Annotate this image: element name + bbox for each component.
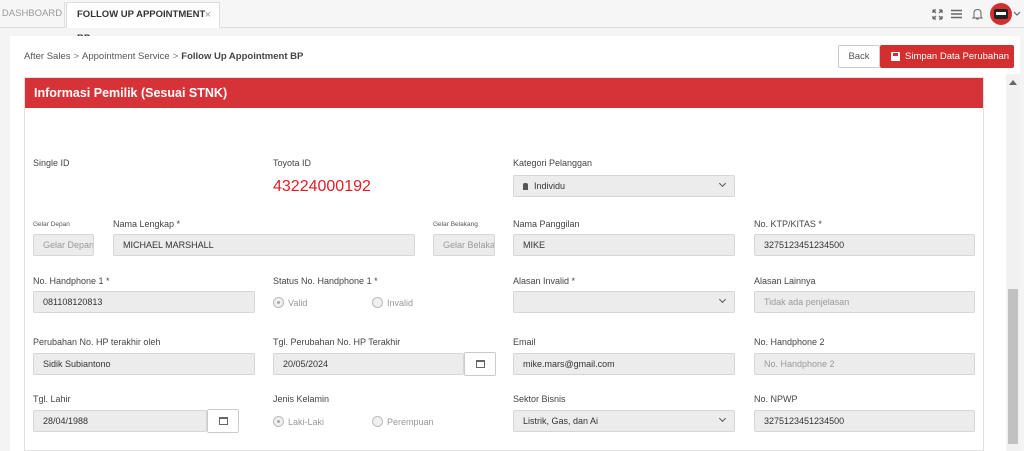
radio-unchecked-icon bbox=[372, 416, 383, 427]
email-input[interactable]: mike.mars@gmail.com bbox=[513, 353, 735, 375]
scroll-up-arrow-icon[interactable] bbox=[1009, 80, 1017, 85]
main-panel: After Sales > Appointment Service > Follow U… bbox=[10, 36, 1020, 451]
vertical-scrollbar[interactable] bbox=[1006, 74, 1020, 451]
breadcrumb-separator: > bbox=[172, 51, 179, 62]
perubahan-oleh-label: Perubahan No. HP terakhir oleh bbox=[33, 337, 161, 347]
status-valid-radio[interactable]: Valid bbox=[273, 297, 307, 308]
npwp-input[interactable]: 3275123451234500 bbox=[754, 410, 975, 432]
tgl-lahir-label: Tgl. Lahir bbox=[33, 394, 71, 404]
calendar-icon bbox=[475, 360, 485, 368]
sektor-bisnis-value: Listrik, Gas, dan Ai bbox=[523, 416, 599, 426]
breadcrumb: After Sales > Appointment Service > Follow U… bbox=[24, 51, 303, 62]
top-tab-bar: DASHBOARD FOLLOW UP APPOINTMENT BP × bbox=[0, 0, 1024, 44]
hp2-input[interactable]: No. Handphone 2 bbox=[754, 353, 975, 375]
scrollbar-thumb[interactable] bbox=[1008, 289, 1018, 444]
person-icon bbox=[523, 183, 528, 190]
status-hp1-label: Status No. Handphone 1 * bbox=[273, 276, 378, 286]
save-changes-button[interactable]: Simpan Data Perubahan bbox=[880, 45, 1014, 68]
alasan-lainnya-input[interactable]: Tidak ada penjelasan bbox=[754, 291, 975, 313]
hp2-label: No. Handphone 2 bbox=[754, 337, 825, 347]
npwp-label: No. NPWP bbox=[754, 394, 798, 404]
alasan-lainnya-label: Alasan Lainnya bbox=[754, 276, 816, 286]
gelar-belakang-label: Gelar Belakang bbox=[433, 221, 478, 228]
gelar-depan-label: Gelar Depan bbox=[33, 221, 70, 228]
toyota-id-value: 43224000192 bbox=[273, 178, 371, 195]
tgl-lahir-input[interactable]: 28/04/1988 bbox=[33, 410, 207, 432]
status-valid-label: Valid bbox=[288, 297, 308, 308]
gelar-depan-input[interactable]: Gelar Depan bbox=[33, 234, 94, 256]
sektor-bisnis-select[interactable]: Listrik, Gas, dan Ai bbox=[513, 410, 735, 432]
nama-panggilan-input[interactable]: MIKE bbox=[513, 234, 735, 256]
email-label: Email bbox=[513, 337, 536, 347]
avatar[interactable] bbox=[990, 3, 1012, 25]
perubahan-oleh-input[interactable]: Sidik Subiantono bbox=[33, 353, 255, 375]
single-id-label: Single ID bbox=[33, 158, 70, 168]
hp1-label: No. Handphone 1 * bbox=[33, 276, 110, 286]
alasan-invalid-label: Alasan Invalid * bbox=[513, 276, 576, 286]
back-button[interactable]: Back bbox=[838, 45, 880, 68]
tab-follow-up-appointment-bp[interactable]: FOLLOW UP APPOINTMENT BP × bbox=[66, 2, 220, 44]
radio-unchecked-icon bbox=[372, 297, 383, 308]
hp1-input[interactable]: 081108120813 bbox=[33, 291, 255, 313]
kategori-pelanggan-select[interactable]: Individu bbox=[513, 175, 735, 197]
status-invalid-label: Invalid bbox=[387, 297, 414, 308]
radio-checked-icon bbox=[273, 416, 284, 427]
tab-dashboard[interactable]: DASHBOARD bbox=[0, 2, 65, 28]
sektor-bisnis-label: Sektor Bisnis bbox=[513, 394, 566, 404]
status-invalid-radio[interactable]: Invalid bbox=[372, 297, 413, 308]
gender-laki-radio[interactable]: Laki-Laki bbox=[273, 416, 324, 427]
chevron-down-icon bbox=[718, 295, 727, 304]
breadcrumb-separator: > bbox=[73, 51, 80, 62]
breadcrumb-current: Follow Up Appointment BP bbox=[181, 51, 304, 62]
nama-panggilan-label: Nama Panggilan bbox=[513, 219, 580, 229]
menu-icon[interactable] bbox=[948, 6, 964, 22]
jenis-kelamin-label: Jenis Kelamin bbox=[273, 394, 330, 404]
tgl-perubahan-calendar-button[interactable] bbox=[464, 352, 496, 376]
breadcrumb-appointment-service[interactable]: Appointment Service bbox=[82, 51, 170, 62]
save-icon bbox=[891, 52, 900, 61]
save-button-label: Simpan Data Perubahan bbox=[905, 51, 1010, 62]
ktp-label: No. KTP/KITAS * bbox=[754, 219, 822, 229]
nama-lengkap-label: Nama Lengkap * bbox=[113, 219, 181, 229]
tgl-perubahan-input[interactable]: 20/05/2024 bbox=[273, 353, 464, 375]
nama-lengkap-input[interactable]: MICHAEL MARSHALL bbox=[113, 234, 415, 256]
gelar-belakang-input[interactable]: Gelar Belakang bbox=[433, 234, 495, 256]
ktp-input[interactable]: 3275123451234500 bbox=[754, 234, 975, 256]
radio-checked-icon bbox=[273, 297, 284, 308]
kategori-pelanggan-value: Individu bbox=[534, 181, 566, 191]
chevron-down-icon[interactable] bbox=[1012, 6, 1022, 22]
kategori-pelanggan-label: Kategori Pelanggan bbox=[513, 158, 593, 168]
expand-icon[interactable] bbox=[929, 6, 945, 22]
owner-info-form: Informasi Pemilik (Sesuai STNK) Single I… bbox=[24, 77, 984, 451]
tgl-lahir-calendar-button[interactable] bbox=[207, 409, 239, 433]
chevron-down-icon bbox=[718, 414, 727, 423]
close-icon[interactable]: × bbox=[205, 3, 211, 27]
bell-icon[interactable] bbox=[969, 6, 985, 22]
gender-perempuan-label: Perempuan bbox=[387, 416, 434, 427]
breadcrumb-after-sales[interactable]: After Sales bbox=[24, 51, 70, 62]
section-title: Informasi Pemilik (Sesuai STNK) bbox=[25, 78, 983, 108]
tgl-perubahan-label: Tgl. Perubahan No. HP Terakhir bbox=[273, 337, 401, 347]
gender-perempuan-radio[interactable]: Perempuan bbox=[372, 416, 434, 427]
chevron-down-icon bbox=[718, 179, 727, 188]
toyota-id-label: Toyota ID bbox=[273, 158, 312, 168]
calendar-icon bbox=[218, 417, 228, 425]
gender-laki-label: Laki-Laki bbox=[288, 416, 325, 427]
alasan-invalid-select[interactable] bbox=[513, 291, 735, 313]
